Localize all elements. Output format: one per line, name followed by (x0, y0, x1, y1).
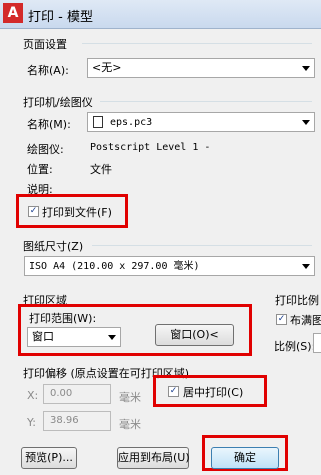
preview-button[interactable]: 预览(P)... (21, 447, 77, 469)
plotter-value: Postscript Level 1 - (90, 142, 211, 153)
chevron-down-icon (302, 264, 310, 269)
print-to-file-checkbox[interactable]: ✓ (28, 206, 39, 217)
fit-to-paper-label[interactable]: 布满图 (290, 312, 321, 328)
offset-x-unit: 毫米 (119, 391, 141, 404)
app-icon: A (3, 3, 23, 23)
page-setup-divider (82, 43, 312, 44)
plot-scale-group-label: 打印比例 (275, 294, 319, 307)
printer-name-select[interactable]: eps.pc3 (87, 112, 315, 132)
chevron-down-icon (108, 335, 116, 340)
paper-size-value: ISO A4 (210.00 x 297.00 毫米) (29, 261, 200, 272)
ok-button[interactable]: 确定 (211, 447, 279, 469)
paper-size-select[interactable]: ISO A4 (210.00 x 297.00 毫米) (24, 256, 315, 276)
apply-to-layout-button[interactable]: 应用到布局(U) (117, 447, 190, 469)
offset-y-label: Y: (27, 416, 36, 429)
plot-range-value: 窗口 (32, 330, 54, 343)
center-plot-label[interactable]: 居中打印(C) (183, 384, 243, 400)
chevron-down-icon (302, 120, 310, 125)
printer-file-icon (93, 116, 103, 128)
window-title: 打印 - 模型 (28, 10, 93, 25)
printer-name-label: 名称(M): (27, 118, 71, 131)
location-value: 文件 (90, 163, 112, 176)
plotter-label: 绘图仪: (27, 143, 64, 156)
page-setup-group-label: 页面设置 (23, 38, 67, 51)
paper-size-group-label: 图纸尺寸(Z) (23, 240, 84, 253)
location-label: 位置: (27, 163, 53, 176)
page-setup-name-select[interactable]: <无> (87, 58, 315, 78)
center-plot-checkbox[interactable]: ✓ (168, 386, 179, 397)
printer-group-label: 打印机/绘图仪 (23, 96, 93, 109)
offset-x-input[interactable]: 0.00 (43, 384, 111, 404)
page-setup-name-value: <无> (92, 61, 122, 74)
fit-to-paper-checkbox[interactable]: ✓ (276, 314, 287, 325)
plot-range-select[interactable]: 窗口 (27, 327, 121, 347)
printer-name-value: eps.pc3 (110, 117, 153, 128)
paper-size-divider (92, 245, 312, 246)
scale-select[interactable] (313, 333, 321, 353)
printer-divider (100, 101, 312, 102)
plot-range-label: 打印范围(W): (29, 312, 97, 325)
window-button[interactable]: 窗口(O)< (155, 324, 234, 346)
page-setup-name-label: 名称(A): (27, 64, 69, 77)
print-to-file-label[interactable]: 打印到文件(F) (42, 204, 112, 220)
scale-label: 比例(S): (274, 340, 316, 353)
chevron-down-icon (302, 66, 310, 71)
offset-y-unit: 毫米 (119, 418, 141, 431)
offset-y-input[interactable]: 38.96 (43, 411, 111, 431)
offset-x-label: X: (27, 389, 39, 402)
